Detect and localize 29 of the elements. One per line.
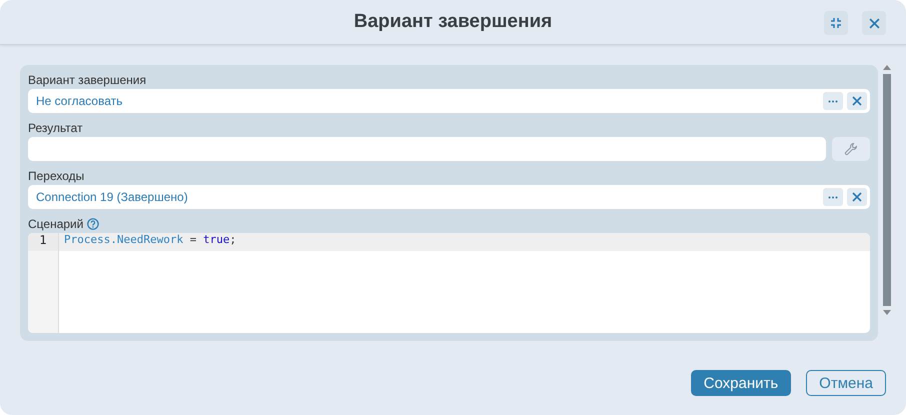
wrench-button[interactable]	[832, 137, 870, 161]
more-button[interactable]	[823, 188, 843, 206]
scroll-up-icon[interactable]	[883, 65, 891, 70]
cancel-button[interactable]: Отмена	[806, 370, 886, 396]
more-icon	[828, 100, 838, 102]
wrench-icon	[844, 142, 858, 156]
code-editor[interactable]: 1 Process.NeedRework = true;	[28, 233, 870, 333]
field-label: Результат	[28, 120, 83, 137]
close-icon	[868, 18, 880, 28]
lookup-field[interactable]: Не согласовать	[28, 89, 870, 113]
more-button[interactable]	[823, 92, 843, 110]
close-icon	[852, 96, 862, 106]
close-icon	[852, 192, 862, 202]
field-label: Вариант завершения	[28, 72, 146, 89]
lookup-field[interactable]: Connection 19 (Завершено)	[28, 185, 870, 209]
collapse-icon	[830, 17, 842, 29]
close-button[interactable]	[862, 11, 886, 35]
input-field[interactable]	[28, 137, 826, 161]
collapse-button[interactable]	[824, 11, 848, 35]
dialog-title: Вариант завершения	[354, 11, 552, 33]
clear-button[interactable]	[847, 92, 867, 110]
more-icon	[828, 196, 838, 198]
field-label: Переходы	[28, 168, 84, 185]
line-number: 1	[28, 233, 58, 251]
clear-button[interactable]	[847, 188, 867, 206]
scroll-down-icon[interactable]	[883, 310, 891, 315]
field-label: Сценарий	[28, 216, 84, 233]
save-button[interactable]: Сохранить	[690, 370, 792, 396]
help-icon[interactable]	[87, 218, 100, 230]
